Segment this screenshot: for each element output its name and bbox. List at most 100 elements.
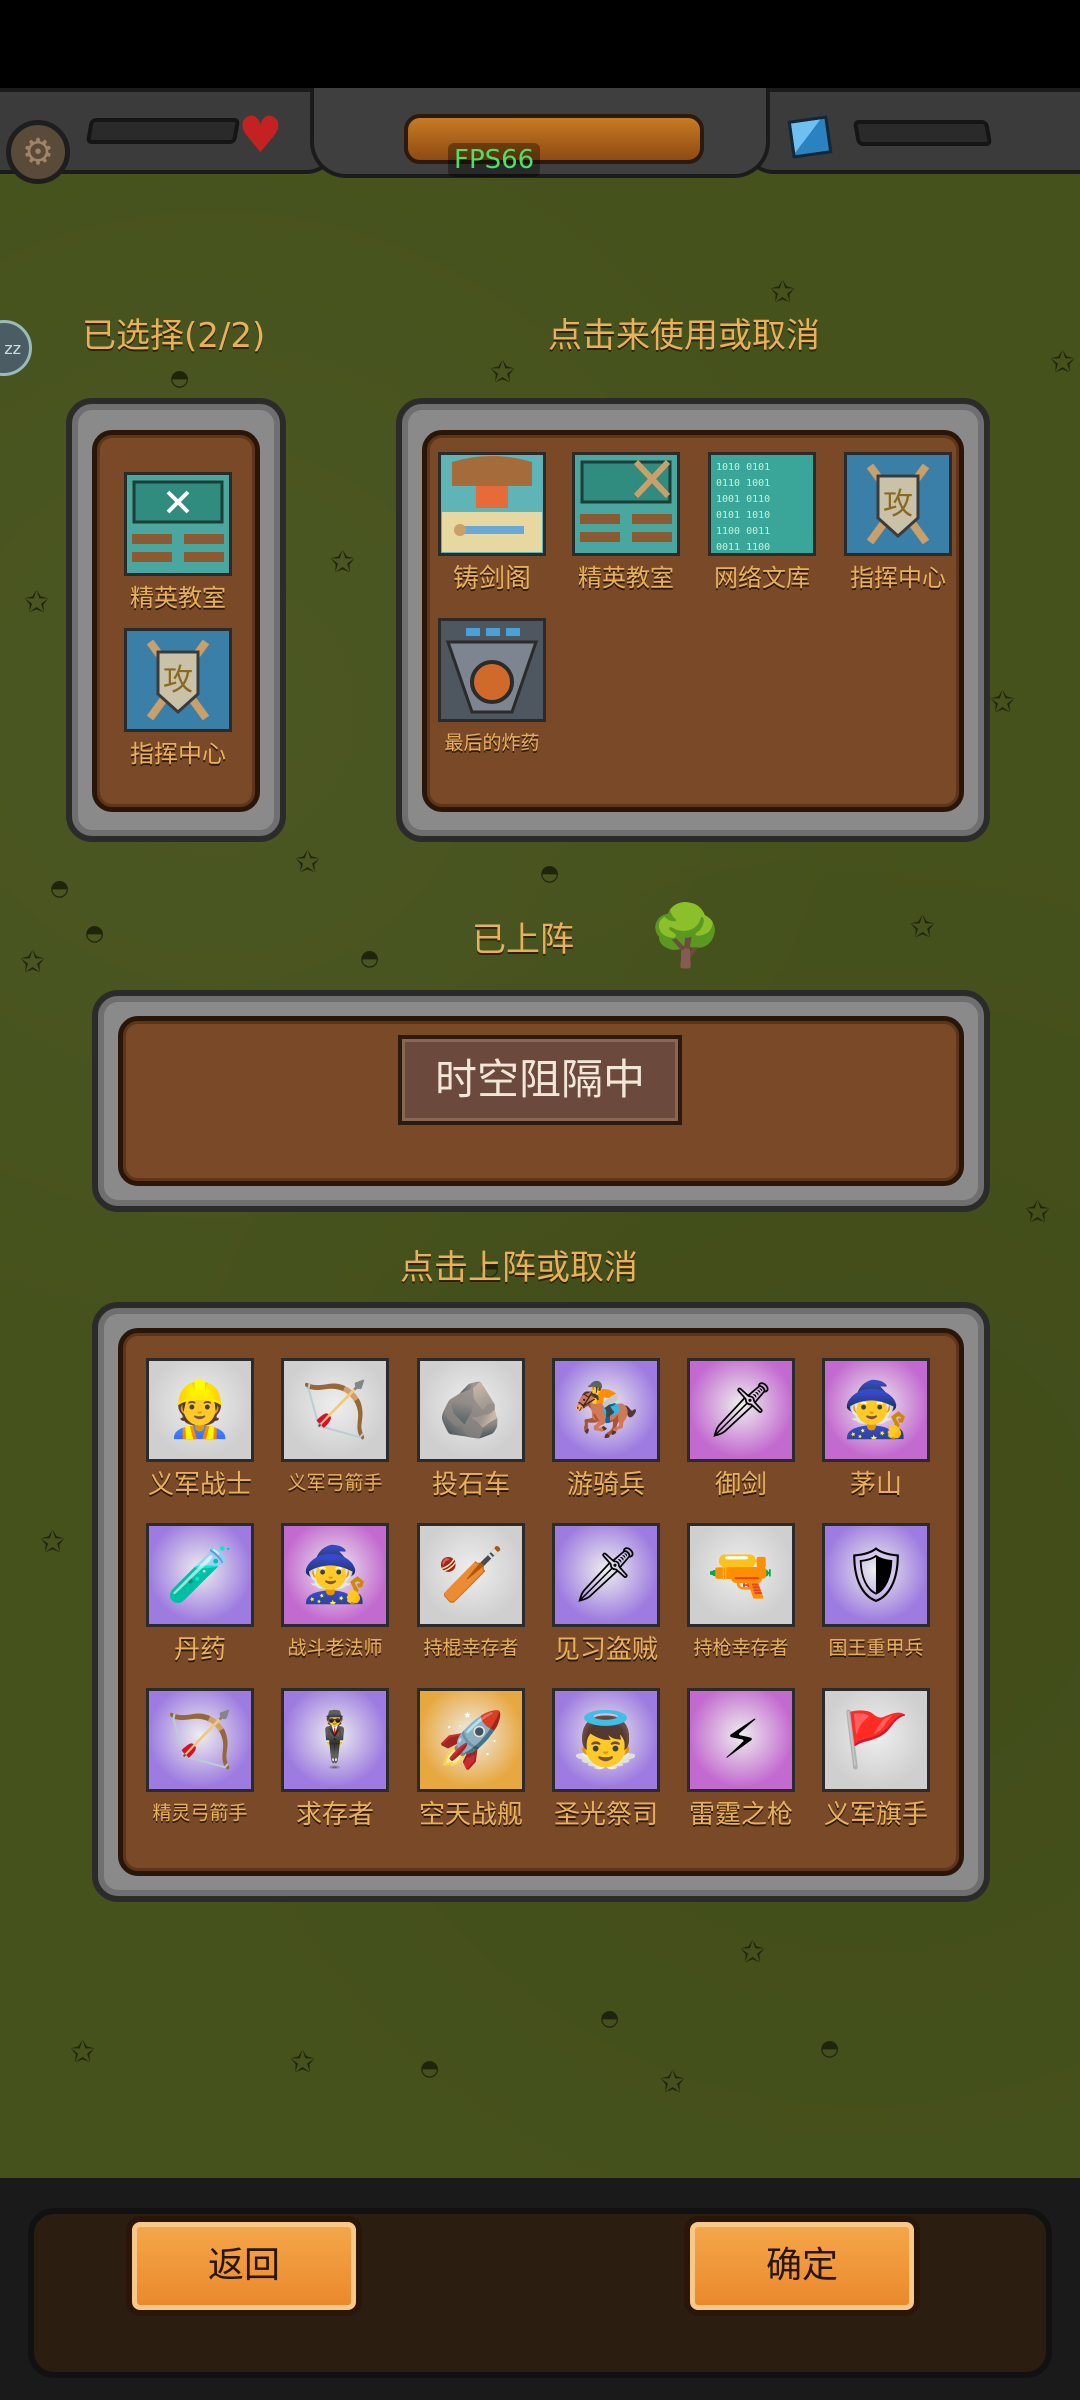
rock-decoration: ◓ xyxy=(600,2006,620,2031)
star-decoration: ✩ xyxy=(990,685,1016,720)
fps-counter: FPS66 xyxy=(448,143,541,177)
unit-portrait-icon: 🧙 xyxy=(822,1358,930,1462)
time-barrier-status: 时空阻隔中 xyxy=(398,1035,682,1125)
unit-card[interactable]: 👼 圣光祭司 xyxy=(552,1688,660,1831)
unit-card[interactable]: ⚡ 雷霆之枪 xyxy=(687,1688,795,1831)
star-decoration: ✩ xyxy=(70,2035,96,2070)
unit-portrait-icon: 🕴 xyxy=(281,1688,389,1792)
rock-decoration: ◓ xyxy=(820,2036,840,2061)
star-decoration: ✩ xyxy=(910,910,936,945)
unit-portrait-icon: 🚩 xyxy=(822,1688,930,1792)
unit-portrait-icon: 🏏 xyxy=(417,1523,525,1627)
selected-card-label: 精英教室 xyxy=(130,584,226,612)
unit-portrait-icon: ⚡ xyxy=(687,1688,795,1792)
unit-portrait-icon: 🛡 xyxy=(822,1523,930,1627)
unit-card[interactable]: 🧙 战斗老法师 xyxy=(281,1523,389,1660)
star-decoration: ✩ xyxy=(490,355,516,390)
selected-card[interactable]: 精英教室 xyxy=(124,472,232,613)
unit-portrait-icon: 🧙 xyxy=(281,1523,389,1627)
unit-card[interactable]: 🏹 精灵弓箭手 xyxy=(146,1688,254,1825)
star-decoration: ✩ xyxy=(1025,1195,1051,1230)
unit-portrait-icon: 🗡 xyxy=(552,1523,660,1627)
unit-card-label: 精灵弓箭手 xyxy=(152,1802,248,1824)
unit-card[interactable]: 🏹 义军弓箭手 xyxy=(281,1358,389,1495)
unit-portrait-icon: 🔫 xyxy=(687,1523,795,1627)
unit-card[interactable]: 🛡 国王重甲兵 xyxy=(822,1523,930,1660)
back-button[interactable]: 返回 xyxy=(126,2216,362,2316)
selected-card-label: 指挥中心 xyxy=(130,740,226,768)
rock-decoration: ◓ xyxy=(360,946,380,971)
svg-text:1001 0110: 1001 0110 xyxy=(716,494,770,505)
unit-card-label: 战斗老法师 xyxy=(287,1637,383,1659)
unit-portrait-icon: 🏹 xyxy=(146,1688,254,1792)
cube-icon xyxy=(787,115,833,159)
star-decoration: ✩ xyxy=(770,275,796,310)
unit-card[interactable]: 🧪 丹药 xyxy=(146,1523,254,1666)
selected-card[interactable]: 攻 指挥中心 xyxy=(124,628,232,769)
unit-card[interactable]: 🗡 御剑 xyxy=(687,1358,795,1501)
unit-card[interactable]: 🔫 持枪幸存者 xyxy=(687,1523,795,1660)
svg-text:1100 0011: 1100 0011 xyxy=(716,526,770,537)
unit-card[interactable]: 👷 义军战士 xyxy=(146,1358,254,1501)
unit-portrait-icon: 🏇 xyxy=(552,1358,660,1462)
available-card[interactable]: 攻 指挥中心 xyxy=(844,452,952,593)
available-card-label: 指挥中心 xyxy=(850,564,946,592)
gear-icon[interactable]: ⚙ xyxy=(6,120,70,184)
unit-card[interactable]: 🕴 求存者 xyxy=(281,1688,389,1831)
available-card-label: 网络文库 xyxy=(714,564,810,592)
svg-text:0011 1100: 0011 1100 xyxy=(716,542,770,552)
deployed-title: 已上阵 xyxy=(472,920,574,960)
star-decoration: ✩ xyxy=(20,945,46,980)
unit-card[interactable]: 🚀 空天战舰 xyxy=(417,1688,525,1831)
health-bar xyxy=(85,118,241,144)
available-card[interactable]: 铸剑阁 xyxy=(438,452,546,595)
unit-card-label: 御剑 xyxy=(714,1470,767,1500)
unit-portrait-icon: 🚀 xyxy=(417,1688,525,1792)
unit-card[interactable]: 🏏 持棍幸存者 xyxy=(417,1523,525,1660)
svg-text:0110 1001: 0110 1001 xyxy=(716,478,770,489)
unit-card-label: 求存者 xyxy=(295,1800,374,1830)
unit-card-label: 义军旗手 xyxy=(823,1800,928,1830)
command-center-icon: 攻 xyxy=(124,628,232,732)
unit-card-label: 空天战舰 xyxy=(418,1800,523,1830)
command-center-icon: 攻 xyxy=(844,452,952,556)
star-decoration: ✩ xyxy=(330,545,356,580)
unit-card-label: 义军战士 xyxy=(147,1470,252,1500)
confirm-button[interactable]: 确定 xyxy=(684,2216,920,2316)
available-card-label: 铸剑阁 xyxy=(452,564,531,594)
classroom-icon xyxy=(572,452,680,556)
unit-card[interactable]: 🧙 茅山 xyxy=(822,1358,930,1501)
svg-text:攻: 攻 xyxy=(883,487,913,522)
unit-card-label: 圣光祭司 xyxy=(553,1800,658,1830)
classroom-icon xyxy=(124,472,232,576)
unit-card-label: 见习盗贼 xyxy=(553,1635,658,1665)
unit-card-label: 雷霆之枪 xyxy=(688,1800,793,1830)
unit-card-label: 丹药 xyxy=(173,1635,226,1665)
available-card[interactable]: 最后的炸药 xyxy=(438,618,546,755)
unit-card-label: 投石车 xyxy=(431,1470,510,1500)
unit-card-label: 国王重甲兵 xyxy=(828,1637,924,1659)
tree-decoration: 🌳 xyxy=(648,901,723,971)
available-title: 点击来使用或取消 xyxy=(548,316,820,356)
available-card[interactable]: 精英教室 xyxy=(572,452,680,593)
unit-card[interactable]: 🪨 投石车 xyxy=(417,1358,525,1501)
unit-card-label: 持枪幸存者 xyxy=(693,1637,789,1659)
unit-portrait-icon: 👼 xyxy=(552,1688,660,1792)
svg-text:1010 0101: 1010 0101 xyxy=(716,462,770,473)
unit-card[interactable]: 🏇 游骑兵 xyxy=(552,1358,660,1501)
unit-card-label: 游骑兵 xyxy=(566,1470,645,1500)
selected-title: 已选择(2/2) xyxy=(82,316,266,356)
rock-decoration: ◓ xyxy=(170,366,190,391)
unit-portrait-icon: 🏹 xyxy=(281,1358,389,1462)
svg-text:攻: 攻 xyxy=(163,663,193,698)
unit-portrait-icon: 🪨 xyxy=(417,1358,525,1462)
selected-panel-frame xyxy=(66,398,286,842)
rock-decoration: ◓ xyxy=(420,2056,440,2081)
unit-card[interactable]: 🚩 义军旗手 xyxy=(822,1688,930,1831)
heart-icon: ♥ xyxy=(238,106,283,164)
star-decoration: ✩ xyxy=(740,1935,766,1970)
available-card[interactable]: 1010 0101 0110 1001 1001 0110 0101 1010 … xyxy=(708,452,816,593)
unit-portrait-icon: 👷 xyxy=(146,1358,254,1462)
star-decoration: ✩ xyxy=(24,585,50,620)
unit-card[interactable]: 🗡 见习盗贼 xyxy=(552,1523,660,1666)
